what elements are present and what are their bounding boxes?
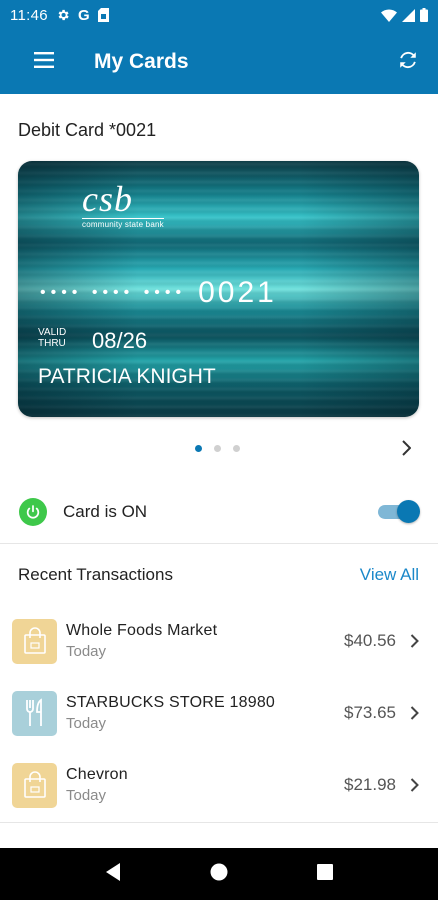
divider: [0, 543, 438, 544]
chevron-right-icon: [410, 778, 422, 792]
google-icon: G: [77, 6, 90, 24]
power-icon: [19, 498, 47, 526]
transaction-date: Today: [66, 787, 107, 804]
battery-icon: [420, 8, 428, 22]
recent-transactions-heading: Recent Transactions: [18, 565, 173, 584]
card-on-toggle[interactable]: [376, 500, 420, 524]
gear-icon: [56, 8, 70, 22]
status-time: 11:46: [10, 6, 48, 24]
card-number: •••• •••• •••• 0021: [40, 276, 277, 310]
card-number-masked: •••• •••• ••••: [40, 284, 187, 301]
card-status-row: Card is ON: [0, 490, 438, 534]
app-bar: My Cards: [0, 30, 438, 94]
wifi-icon: [381, 8, 397, 22]
pager-dot[interactable]: [233, 445, 240, 452]
system-nav-bar: [0, 848, 438, 900]
transaction-date: Today: [66, 715, 107, 732]
cardholder-name: PATRICIA KNIGHT: [38, 365, 216, 388]
debit-card[interactable]: csb community state bank •••• •••• •••• …: [18, 161, 419, 417]
transaction-amount: $21.98: [344, 775, 396, 794]
transaction-row[interactable]: Chevron Today $21.98: [0, 753, 438, 817]
home-icon: [209, 862, 229, 887]
transaction-merchant: Whole Foods Market: [66, 622, 218, 639]
toggle-thumb: [397, 500, 420, 523]
valid-thru-label: VALID THRU: [38, 327, 66, 349]
hamburger-menu-icon: [34, 51, 54, 73]
transaction-amount: $73.65: [344, 703, 396, 722]
back-icon: [104, 862, 122, 887]
chevron-right-icon: [401, 439, 412, 461]
next-card-button[interactable]: [394, 436, 418, 464]
menu-button[interactable]: [0, 30, 88, 94]
thru-label: THRU: [38, 338, 66, 349]
chevron-right-icon: [410, 706, 422, 720]
transaction-date: Today: [66, 643, 107, 660]
transaction-amount: $40.56: [344, 631, 396, 650]
refresh-icon: [397, 49, 419, 76]
card-expiry: 08/26: [92, 328, 148, 353]
back-button[interactable]: [93, 854, 133, 894]
bank-logo: csb community state bank: [82, 179, 164, 229]
transaction-row[interactable]: STARBUCKS STORE 18980 Today $73.65: [0, 681, 438, 745]
card-pager: [195, 445, 240, 452]
home-button[interactable]: [199, 854, 239, 894]
view-all-link[interactable]: View All: [360, 565, 419, 585]
refresh-button[interactable]: [380, 30, 436, 94]
card-heading: Debit Card *0021: [18, 120, 157, 140]
signal-icon: [402, 8, 415, 22]
recents-button[interactable]: [305, 854, 345, 894]
card-status-label: Card is ON: [63, 502, 148, 521]
shopping-bag-icon: [12, 762, 57, 808]
divider: [0, 822, 438, 823]
sim-card-icon: [97, 8, 109, 22]
bank-logo-subtitle: community state bank: [82, 218, 164, 229]
pager-dot[interactable]: [214, 445, 221, 452]
transaction-merchant: Chevron: [66, 766, 128, 783]
fork-knife-icon: [12, 690, 57, 736]
transaction-merchant: STARBUCKS STORE 18980: [66, 694, 276, 711]
valid-label: VALID: [38, 327, 67, 338]
status-bar: 11:46 G: [0, 0, 438, 30]
transaction-row[interactable]: Whole Foods Market Today $40.56: [0, 609, 438, 673]
recents-icon: [316, 863, 334, 886]
card-last-four: 0021: [198, 276, 277, 309]
chevron-right-icon: [410, 634, 422, 648]
shopping-bag-icon: [12, 618, 57, 664]
pager-dot-active[interactable]: [195, 445, 202, 452]
page-title: My Cards: [94, 50, 189, 73]
bank-logo-text: csb: [82, 179, 133, 219]
